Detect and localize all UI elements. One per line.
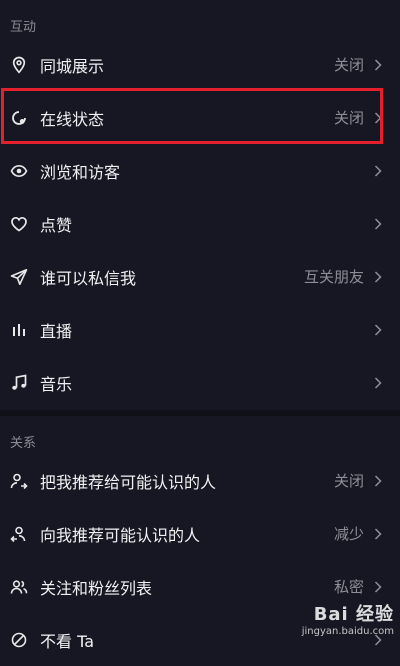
row-city-display[interactable]: 同城展示 关闭 bbox=[0, 38, 400, 91]
row-value: 关闭 bbox=[333, 472, 364, 490]
chevron-right-icon bbox=[374, 58, 384, 71]
row-who-can-message[interactable]: 谁可以私信我 互关朋友 bbox=[0, 250, 400, 303]
hide-icon bbox=[10, 631, 28, 649]
row-likes[interactable]: 点赞 bbox=[0, 197, 400, 250]
recommend-me-icon bbox=[10, 472, 28, 490]
row-label: 音乐 bbox=[40, 374, 73, 394]
chevron-right-icon bbox=[374, 580, 384, 593]
chevron-right-icon bbox=[374, 376, 384, 389]
chevron-right-icon bbox=[374, 217, 384, 230]
row-recommend-me[interactable]: 把我推荐给可能认识的人 关闭 bbox=[0, 454, 400, 507]
row-browse-visitors[interactable]: 浏览和访客 bbox=[0, 144, 400, 197]
row-recommend-to-me[interactable]: 向我推荐可能认识的人 减少 bbox=[0, 507, 400, 560]
row-label: 把我推荐给可能认识的人 bbox=[40, 472, 217, 492]
watermark-brand: Bai 经验 bbox=[313, 604, 394, 625]
highlight-box bbox=[1, 88, 383, 144]
section-title-relations: 关系 bbox=[10, 436, 37, 451]
row-label: 向我推荐可能认识的人 bbox=[40, 525, 201, 545]
watermark-url: jingyan.baidu.com bbox=[301, 626, 394, 637]
eye-icon bbox=[10, 162, 28, 180]
row-label: 点赞 bbox=[40, 215, 73, 235]
row-value: 私密 bbox=[333, 578, 364, 596]
send-icon bbox=[10, 268, 28, 286]
baidu-jingyan-watermark: Bai 经验 jingyan.baidu.com bbox=[302, 600, 394, 637]
chevron-right-icon bbox=[374, 323, 384, 336]
music-note-icon bbox=[10, 373, 28, 392]
recommend-to-me-icon bbox=[10, 525, 28, 543]
row-value: 关闭 bbox=[333, 56, 364, 74]
row-label: 谁可以私信我 bbox=[40, 268, 137, 288]
chevron-right-icon bbox=[374, 270, 384, 283]
followers-icon bbox=[10, 578, 28, 596]
row-label: 直播 bbox=[40, 321, 73, 341]
row-label: 浏览和访客 bbox=[40, 162, 121, 182]
row-label: 同城展示 bbox=[40, 56, 105, 76]
row-value: 互关朋友 bbox=[303, 268, 364, 286]
row-label: 关注和粉丝列表 bbox=[40, 578, 153, 598]
location-pin-icon bbox=[10, 56, 28, 74]
live-bars-icon bbox=[10, 321, 28, 339]
row-value: 减少 bbox=[333, 525, 364, 543]
chevron-right-icon bbox=[374, 527, 384, 540]
row-music[interactable]: 音乐 bbox=[0, 356, 400, 409]
section-title-interaction: 互动 bbox=[10, 20, 37, 35]
heart-icon bbox=[10, 215, 28, 233]
section-divider bbox=[0, 410, 400, 416]
chevron-right-icon bbox=[374, 474, 384, 487]
chevron-right-icon bbox=[374, 164, 384, 177]
row-live[interactable]: 直播 bbox=[0, 303, 400, 356]
